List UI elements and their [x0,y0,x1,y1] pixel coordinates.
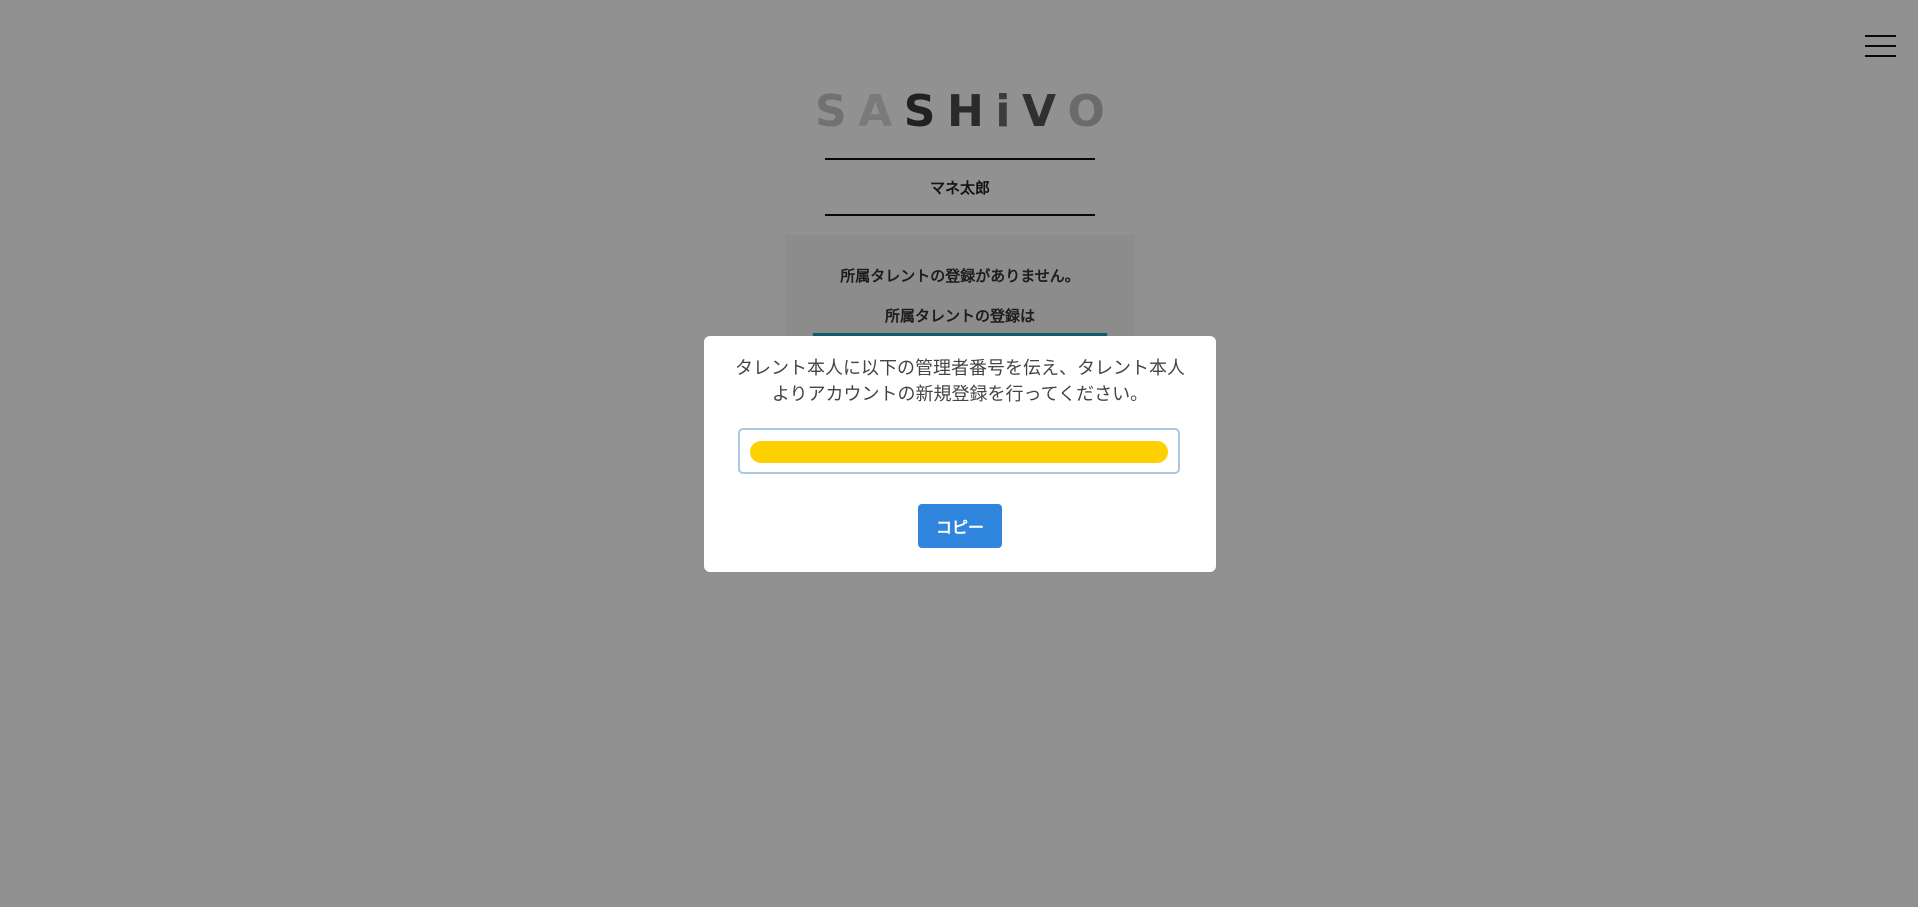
modal-message: タレント本人に以下の管理者番号を伝え、タレント本人 よりアカウントの新規登録を行… [704,356,1216,408]
admin-code-field[interactable] [738,428,1180,474]
copy-button[interactable]: コピー [918,504,1002,548]
modal-message-line-1: タレント本人に以下の管理者番号を伝え、タレント本人 [735,358,1185,379]
redacted-admin-code [750,441,1168,463]
page: S A S H i V O マネ太郎 所属タレントの登録がありません。 所属タレ… [0,0,1918,907]
modal-message-line-2: よりアカウントの新規登録を行ってください。 [771,384,1149,405]
admin-code-modal: タレント本人に以下の管理者番号を伝え、タレント本人 よりアカウントの新規登録を行… [704,336,1216,572]
